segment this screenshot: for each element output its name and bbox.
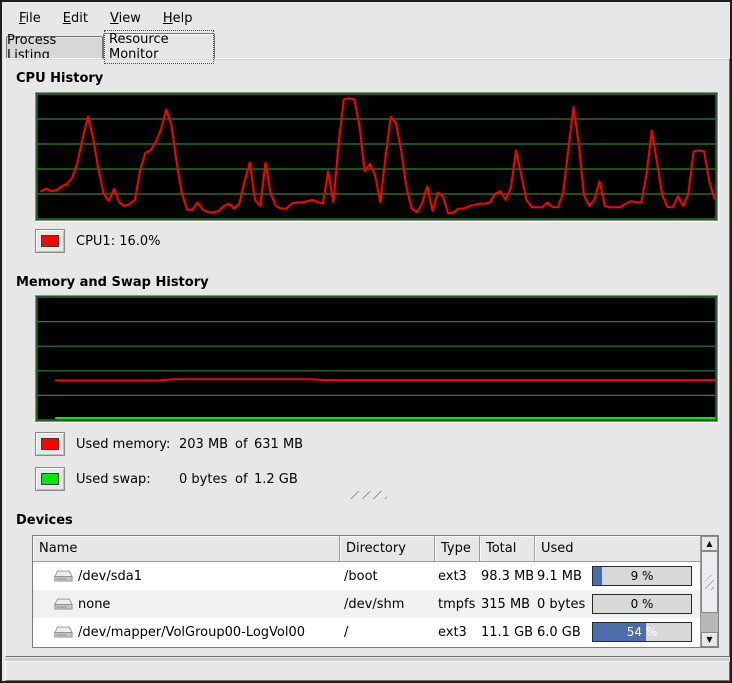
memory-color-button[interactable] <box>35 432 65 456</box>
cpu-history-title: CPU History <box>16 71 103 86</box>
hard-drive-icon <box>53 569 73 584</box>
swap-of-text: of <box>235 472 254 487</box>
devices-table-view: Name Directory Type Total Used /dev/sda1… <box>33 536 700 647</box>
device-directory: /dev/shm <box>340 597 435 612</box>
memory-history-title: Memory and Swap History <box>16 275 209 290</box>
memory-history-chart <box>36 296 717 421</box>
menu-help-label: elp <box>173 11 193 26</box>
menu-help[interactable]: Help <box>152 8 204 29</box>
system-monitor-window: File Edit View Help Process Listing Reso… <box>0 0 732 683</box>
menu-help-mnemonic: H <box>163 11 173 26</box>
memory-label: Used memory: <box>76 437 179 452</box>
cpu1-usage-label: CPU1: 16.0% <box>76 234 161 249</box>
scrollbar-track[interactable] <box>701 551 718 632</box>
column-header-directory-label: Directory <box>346 541 406 556</box>
column-header-name-label: Name <box>39 541 77 556</box>
scrollbar-thumb[interactable] <box>701 551 718 613</box>
column-header-name[interactable]: Name <box>33 536 340 562</box>
scroll-down-icon: ▼ <box>706 636 712 644</box>
device-total: 315 MB <box>480 597 535 612</box>
device-used: 0 bytes <box>535 597 590 612</box>
scrollbar-thumb-grip <box>705 574 714 590</box>
swap-total-value: 1.2 GB <box>254 472 298 487</box>
tab-resource-monitor-label: Resource Monitor <box>104 30 214 64</box>
menu-view-label: iew <box>119 11 141 26</box>
device-type: ext3 <box>435 569 480 584</box>
column-header-total-label: Total <box>486 541 516 556</box>
memory-total-value: 631 MB <box>254 437 303 452</box>
cpu-history-chart <box>36 93 717 220</box>
pane-resize-grip[interactable] <box>347 491 387 499</box>
hard-drive-icon <box>53 625 73 640</box>
cpu1-color-button[interactable] <box>35 229 65 253</box>
progressbar-label: 0 % <box>593 595 691 613</box>
tab-process-listing[interactable]: Process Listing <box>6 36 103 58</box>
device-row-volgroup[interactable]: /dev/mapper/VolGroup00-LogVol00 / ext3 1… <box>33 618 700 646</box>
column-header-total[interactable]: Total <box>480 536 535 562</box>
memory-history-graph <box>35 295 718 422</box>
menu-bar: File Edit View Help <box>4 4 728 32</box>
devices-scrollbar: ▲ ▼ <box>700 536 718 647</box>
device-name: /dev/sda1 <box>78 569 142 584</box>
device-name-cell: /dev/sda1 <box>33 569 340 584</box>
swap-label: Used swap: <box>76 472 179 487</box>
column-header-directory[interactable]: Directory <box>340 536 435 562</box>
device-type: tmpfs <box>435 597 480 612</box>
device-directory: /boot <box>340 569 435 584</box>
tab-resource-monitor[interactable]: Resource Monitor <box>103 33 215 59</box>
device-used: 6.0 GB <box>535 625 590 640</box>
column-header-type-label: Type <box>441 541 471 556</box>
menu-view[interactable]: View <box>99 8 152 29</box>
devices-title: Devices <box>16 513 73 528</box>
scroll-up-icon: ▲ <box>706 540 712 548</box>
hard-drive-icon <box>53 597 73 612</box>
device-name-cell: /dev/mapper/VolGroup00-LogVol00 <box>33 625 340 640</box>
progressbar-label: 54 % <box>593 623 691 641</box>
device-name: /dev/mapper/VolGroup00-LogVol00 <box>78 625 305 640</box>
cpu-legend: CPU1: 16.0% <box>35 229 161 253</box>
status-bar <box>5 661 730 681</box>
menu-view-mnemonic: V <box>110 11 119 26</box>
device-used-cell: 9.1 MB 9 % <box>535 566 700 586</box>
device-used: 9.1 MB <box>535 569 590 584</box>
menu-edit-mnemonic: E <box>63 11 71 26</box>
scrollbar-down-button[interactable]: ▼ <box>701 632 718 647</box>
swap-used-value: 0 bytes <box>179 472 235 487</box>
cpu1-color-swatch <box>41 235 59 247</box>
device-row-sda1[interactable]: /dev/sda1 /boot ext3 98.3 MB 9.1 MB 9 % <box>33 562 700 590</box>
device-usage-progressbar: 9 % <box>592 566 692 586</box>
column-header-type[interactable]: Type <box>435 536 480 562</box>
menu-edit[interactable]: Edit <box>52 8 99 29</box>
memory-used-value: 203 MB <box>179 437 235 452</box>
device-total: 98.3 MB <box>480 569 535 584</box>
column-header-used-label: Used <box>541 541 574 556</box>
scrollbar-up-button[interactable]: ▲ <box>701 536 718 551</box>
menu-file[interactable]: File <box>8 8 52 29</box>
device-directory: / <box>340 625 435 640</box>
device-row-none[interactable]: none /dev/shm tmpfs 315 MB 0 bytes 0 % <box>33 590 700 618</box>
memory-of-text: of <box>235 437 254 452</box>
device-name: none <box>78 597 110 612</box>
device-usage-progressbar: 54 % <box>592 622 692 642</box>
menu-file-label: ile <box>26 11 41 26</box>
device-type: ext3 <box>435 625 480 640</box>
cpu-history-graph <box>35 92 718 221</box>
device-total: 11.1 GB <box>480 625 535 640</box>
device-used-cell: 0 bytes 0 % <box>535 594 700 614</box>
memory-color-swatch <box>41 438 59 450</box>
devices-table: Name Directory Type Total Used /dev/sda1… <box>32 535 719 648</box>
column-header-used[interactable]: Used <box>535 536 700 562</box>
progressbar-label: 9 % <box>593 567 691 585</box>
device-used-cell: 6.0 GB 54 % <box>535 622 700 642</box>
swap-legend-row: Used swap: 0 bytes of 1.2 GB <box>35 467 298 491</box>
device-usage-progressbar: 0 % <box>592 594 692 614</box>
device-name-cell: none <box>33 597 340 612</box>
menu-edit-label: dit <box>71 11 88 26</box>
swap-color-swatch <box>41 473 59 485</box>
swap-color-button[interactable] <box>35 467 65 491</box>
memory-legend-row: Used memory: 203 MB of 631 MB <box>35 432 303 456</box>
devices-table-header: Name Directory Type Total Used <box>33 536 700 562</box>
